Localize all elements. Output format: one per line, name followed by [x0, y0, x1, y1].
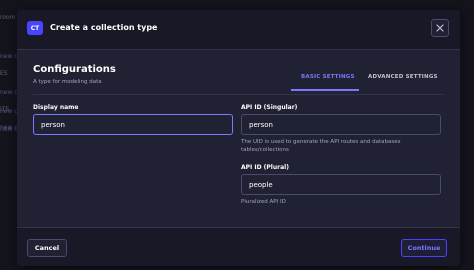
- api-id-singular-input[interactable]: [241, 114, 441, 135]
- api-id-plural-input[interactable]: [241, 174, 441, 195]
- collection-type-badge: CT: [27, 21, 43, 35]
- active-tab-indicator: [291, 89, 359, 91]
- configurations-heading: Configurations: [33, 64, 116, 75]
- close-icon: [436, 24, 444, 32]
- tab-basic-settings[interactable]: BASIC SETTINGS: [301, 74, 355, 80]
- tab-advanced-settings[interactable]: ADVANCED SETTINGS: [368, 74, 438, 80]
- modal-footer: Cancel Continue: [17, 227, 460, 266]
- display-name-input[interactable]: [33, 114, 233, 135]
- display-name-label: Display name: [33, 104, 79, 111]
- tabs-divider: [33, 94, 444, 95]
- api-id-singular-hint: The UID is used to generate the API rout…: [241, 139, 401, 153]
- api-id-plural-label: API ID (Plural): [241, 164, 289, 171]
- continue-button[interactable]: Continue: [401, 239, 447, 257]
- modal-title: Create a collection type: [50, 23, 158, 32]
- modal-body: Configurations A type for modeling data …: [17, 50, 460, 227]
- api-id-singular-label: API ID (Singular): [241, 104, 298, 111]
- cancel-button[interactable]: Cancel: [27, 239, 67, 257]
- configurations-subtitle: A type for modeling data: [33, 79, 102, 85]
- close-button[interactable]: [431, 19, 449, 37]
- create-collection-modal: CT Create a collection type Configuratio…: [17, 10, 460, 266]
- api-id-plural-hint: Pluralized API ID: [241, 199, 286, 205]
- modal-header: CT Create a collection type: [17, 10, 460, 50]
